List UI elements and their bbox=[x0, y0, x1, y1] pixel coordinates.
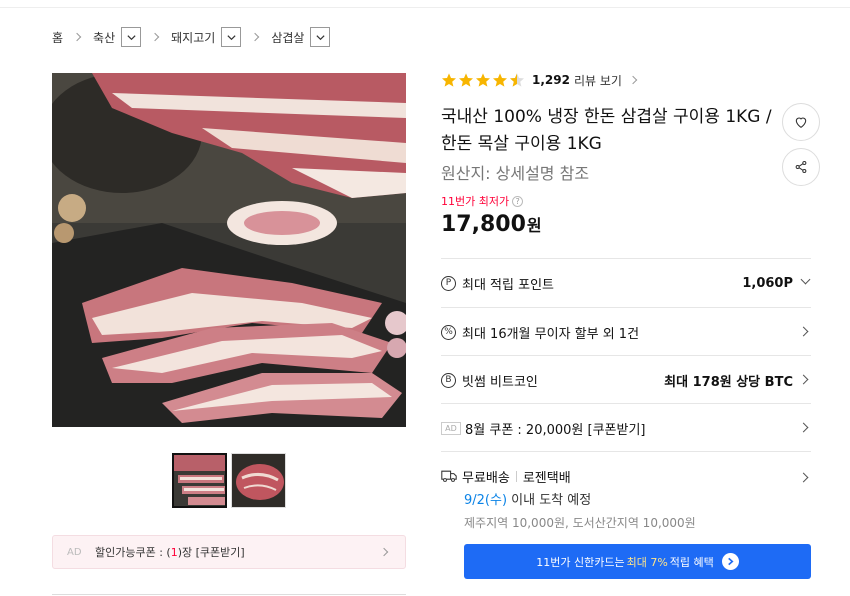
star-full-icon bbox=[493, 73, 507, 87]
percent-icon: % bbox=[441, 324, 456, 340]
divider bbox=[52, 594, 406, 595]
extra-shipping-fee: 제주지역 10,000원, 도서산간지역 10,000원 bbox=[464, 516, 696, 530]
point-icon: P bbox=[441, 275, 456, 291]
breadcrumb-pork-belly[interactable]: 삼겹살 bbox=[271, 29, 304, 46]
delivery-eta-text: 이내 도착 예정 bbox=[511, 493, 592, 508]
breadcrumb-separator-icon bbox=[251, 32, 260, 42]
coupon-text-after: )장 [쿠폰받기] bbox=[177, 546, 245, 559]
top-divider bbox=[0, 0, 850, 8]
breadcrumb-separator-icon bbox=[150, 32, 160, 42]
carrier-name: 로젠택배 bbox=[522, 470, 571, 486]
chevron-down-icon bbox=[800, 274, 811, 285]
bitcoin-value: 최대 178원 상당 BTC bbox=[664, 374, 793, 390]
review-count: 1,292 bbox=[532, 73, 570, 87]
chevron-down-icon[interactable] bbox=[310, 27, 331, 47]
chevron-right-icon bbox=[798, 422, 809, 433]
star-half-icon bbox=[510, 73, 524, 87]
divider bbox=[441, 451, 811, 452]
share-icon bbox=[795, 160, 807, 174]
price: 17,800 원 bbox=[441, 212, 542, 237]
thumbnail-list bbox=[172, 453, 286, 508]
coupon-count: 1 bbox=[170, 545, 178, 559]
breadcrumb-livestock[interactable]: 축산 bbox=[93, 29, 115, 46]
delivery-info[interactable]: 무료배송 로젠택배 9/2(수) 이내 도착 예정 제주지역 10,000원, … bbox=[441, 465, 811, 535]
star-rating bbox=[441, 72, 526, 88]
free-shipping-label: 무료배송 bbox=[462, 470, 510, 486]
coupon-row[interactable]: AD 8월 쿠폰 : 20,000원 [쿠폰받기] bbox=[441, 404, 811, 452]
delivery-date: 9/2(수) bbox=[464, 493, 508, 508]
delivery-eta: 9/2(수) 이내 도착 예정 bbox=[464, 489, 811, 508]
chevron-right-icon bbox=[798, 326, 809, 337]
lowest-price-text: 11번가 최저가 bbox=[441, 195, 510, 208]
heart-icon bbox=[795, 117, 807, 128]
installment-label: 최대 16개월 무이자 할부 외 1건 bbox=[462, 326, 640, 342]
review-link[interactable]: 리뷰 보기 bbox=[574, 72, 622, 89]
share-button[interactable] bbox=[782, 148, 820, 186]
chevron-down-icon[interactable] bbox=[121, 27, 142, 47]
star-full-icon bbox=[476, 73, 490, 87]
breadcrumb-home[interactable]: 홈 bbox=[52, 29, 63, 46]
divider bbox=[515, 470, 517, 482]
thumbnail-pork-belly[interactable] bbox=[172, 453, 227, 508]
card-promo-highlight: 최대 7% bbox=[626, 555, 668, 569]
chevron-down-icon[interactable] bbox=[221, 27, 242, 47]
product-main-image[interactable] bbox=[52, 73, 406, 427]
points-label: 최대 적립 포인트 bbox=[462, 277, 554, 293]
arrow-right-circle-icon bbox=[721, 553, 739, 570]
ad-label: AD bbox=[441, 421, 461, 435]
shinhan-card-promo-button[interactable]: 11번가 신한카드는 최대 7% 적립 혜택 bbox=[464, 544, 811, 579]
bitcoin-icon: B bbox=[441, 372, 456, 388]
product-title: 국내산 100% 냉장 한돈 삼겹살 구이용 1KG / 한돈 목살 구이용 1… bbox=[441, 107, 772, 154]
coupon-label: 8월 쿠폰 : 20,000원 [쿠폰받기] bbox=[465, 422, 646, 438]
points-row[interactable]: P 최대 적립 포인트 1,060P bbox=[441, 259, 811, 307]
breadcrumb-separator-icon bbox=[72, 32, 82, 42]
card-promo-prefix: 11번가 신한카드는 bbox=[536, 555, 625, 569]
lowest-price-label: 11번가 최저가 ? bbox=[441, 193, 524, 209]
truck-icon bbox=[441, 470, 457, 482]
price-unit: 원 bbox=[526, 216, 542, 235]
thumbnail-pork-neck[interactable] bbox=[231, 453, 286, 508]
chevron-right-icon bbox=[379, 547, 389, 557]
ad-label: AD bbox=[67, 546, 82, 558]
bitcoin-row[interactable]: B 빗썸 비트코인 최대 178원 상당 BTC bbox=[441, 356, 811, 404]
product-origin: 원산지: 상세설명 참조 bbox=[441, 164, 590, 183]
coupon-text-before: 할인가능쿠폰 : ( bbox=[95, 546, 171, 559]
points-value: 1,060P bbox=[742, 275, 793, 291]
chevron-right-icon bbox=[628, 75, 638, 85]
breadcrumb: 홈 축산 돼지고기 삼겹살 bbox=[52, 26, 331, 48]
delivery-header: 무료배송 로젠택배 bbox=[441, 465, 811, 487]
chevron-right-icon bbox=[798, 374, 809, 385]
installment-row[interactable]: % 최대 16개월 무이자 할부 외 1건 bbox=[441, 308, 811, 356]
price-value: 17,800 bbox=[441, 212, 526, 237]
question-icon[interactable]: ? bbox=[512, 195, 524, 207]
discount-coupon-banner[interactable]: AD 할인가능쿠폰 : (1)장 [쿠폰받기] bbox=[52, 535, 406, 569]
star-full-icon bbox=[459, 73, 473, 87]
star-full-icon bbox=[442, 73, 456, 87]
wishlist-button[interactable] bbox=[782, 103, 820, 141]
rating-summary[interactable]: 1,292 리뷰 보기 bbox=[441, 70, 638, 90]
breadcrumb-pork[interactable]: 돼지고기 bbox=[171, 29, 215, 46]
card-promo-suffix: 적립 혜택 bbox=[669, 555, 714, 569]
bitcoin-label: 빗썸 비트코인 bbox=[462, 374, 538, 390]
